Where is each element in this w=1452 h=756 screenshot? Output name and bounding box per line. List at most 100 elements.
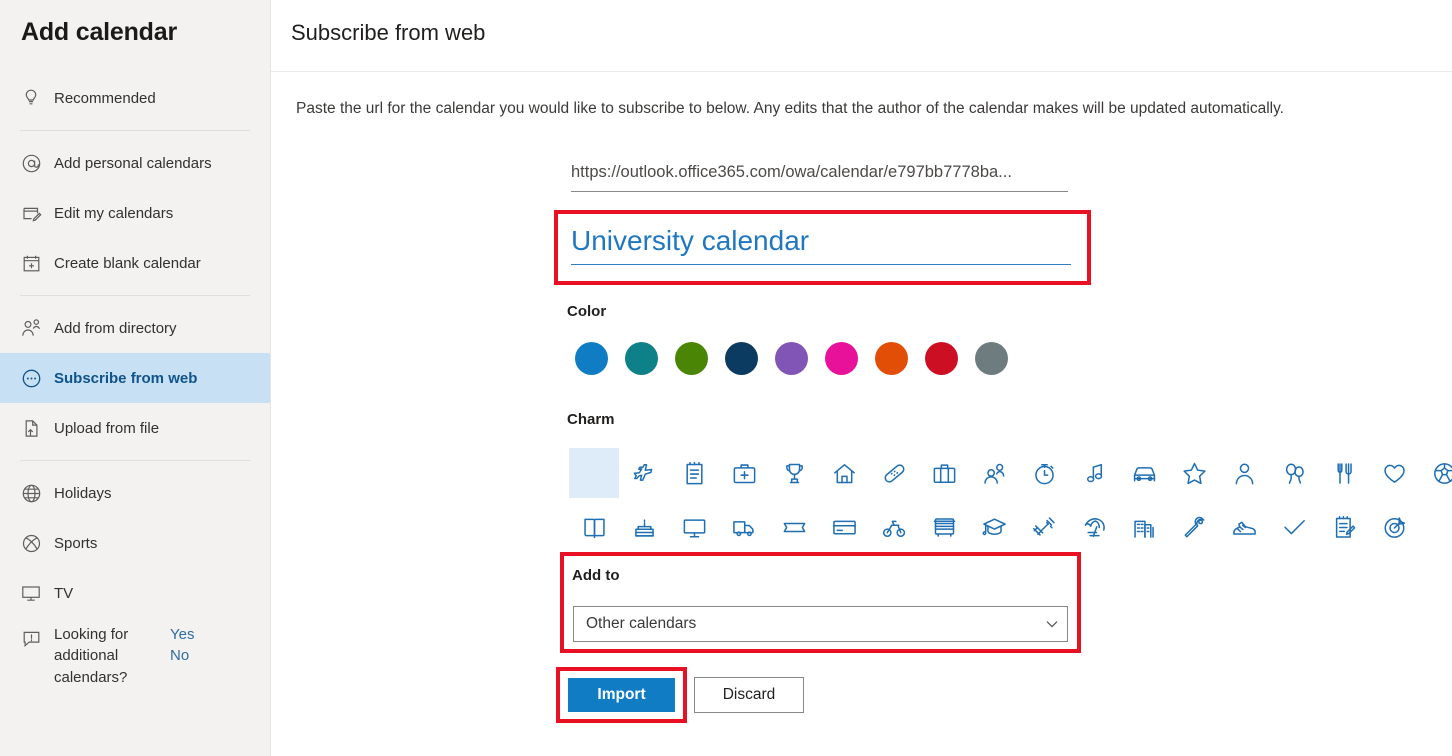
page-description: Paste the url for the calendar you would… (296, 100, 1284, 117)
charm-cutlery-icon[interactable] (1319, 448, 1369, 498)
add-to-annotation-box: Add to Other calendars (560, 552, 1081, 653)
charm-credit-card-icon[interactable] (819, 502, 869, 552)
color-swatch-navy[interactable] (725, 342, 758, 375)
color-swatch-orange[interactable] (875, 342, 908, 375)
sidebar-item-add-personal-calendars[interactable]: Add personal calendars (0, 138, 270, 188)
feedback-yes-link[interactable]: Yes (170, 624, 194, 645)
color-swatch-blue[interactable] (575, 342, 608, 375)
charm-bicycle-icon[interactable] (869, 502, 919, 552)
people-add-icon (20, 317, 42, 339)
charm-balloons-icon[interactable] (1269, 448, 1319, 498)
at-sign-icon (20, 152, 42, 174)
sidebar-item-label: Edit my calendars (54, 204, 174, 222)
sidebar-item-recommended[interactable]: Recommended (0, 73, 270, 123)
sidebar-divider (20, 295, 250, 296)
charm-star-icon[interactable] (1169, 448, 1219, 498)
color-swatch-magenta[interactable] (825, 342, 858, 375)
page-title: Subscribe from web (291, 20, 486, 45)
charm-beach-umbrella-icon[interactable] (1069, 502, 1119, 552)
sidebar-group-1: Recommended (0, 73, 270, 123)
sidebar-item-label: Sports (54, 534, 98, 552)
monitor-icon (20, 582, 42, 604)
charm-monitor-icon[interactable] (669, 502, 719, 552)
charm-person-icon[interactable] (1219, 448, 1269, 498)
charm-truck-icon[interactable] (719, 502, 769, 552)
color-swatch-green[interactable] (675, 342, 708, 375)
charm-stopwatch-icon[interactable] (1019, 448, 1069, 498)
sidebar-item-label: TV (54, 584, 74, 602)
feedback-no-link[interactable]: No (170, 645, 194, 666)
charm-briefcase-icon[interactable] (919, 448, 969, 498)
charm-ticket-icon[interactable] (769, 502, 819, 552)
charm-soccer-ball-icon[interactable] (1419, 448, 1452, 498)
charm-car-icon[interactable] (1119, 448, 1169, 498)
color-swatch-red[interactable] (925, 342, 958, 375)
calendar-name-annotation-box: University calendar (554, 210, 1091, 285)
charm-sneaker-icon[interactable] (1219, 502, 1269, 552)
sidebar-item-edit-my-calendars[interactable]: Edit my calendars (0, 188, 270, 238)
charm-music-note-icon[interactable] (1069, 448, 1119, 498)
charm-target-icon[interactable] (1369, 502, 1419, 552)
sidebar-item-sports[interactable]: Sports (0, 518, 270, 568)
calendar-url-value[interactable]: https://outlook.office365.com/owa/calend… (571, 163, 1068, 191)
charm-birthday-cake-icon[interactable] (619, 502, 669, 552)
add-calendar-dialog: Add calendar Recommended Add personal ca… (0, 0, 1452, 756)
sidebar-item-label: Upload from file (54, 419, 160, 437)
charm-dumbbell-icon[interactable] (1019, 502, 1069, 552)
charm-grid (569, 448, 1452, 556)
charm-people-icon[interactable] (969, 448, 1019, 498)
sidebar: Add calendar Recommended Add personal ca… (0, 0, 271, 756)
charm-bus-icon[interactable] (919, 502, 969, 552)
calendar-plus-icon (20, 252, 42, 274)
discard-button[interactable]: Discard (694, 677, 804, 713)
add-to-selected-value: Other calendars (586, 615, 697, 632)
charm-airplane-icon[interactable] (619, 448, 669, 498)
charm-home-icon[interactable] (819, 448, 869, 498)
lightbulb-icon (20, 87, 42, 109)
input-underline (571, 191, 1068, 192)
calendar-url-input[interactable]: https://outlook.office365.com/owa/calend… (571, 163, 1068, 192)
charm-checkmark-icon[interactable] (1269, 502, 1319, 552)
feedback-question: Looking for additional calendars? (54, 626, 129, 686)
sidebar-title: Add calendar (21, 18, 177, 46)
sidebar-item-label: Create blank calendar (54, 254, 201, 272)
add-to-dropdown[interactable]: Other calendars (573, 606, 1068, 642)
sidebar-item-label: Holidays (54, 484, 112, 502)
sidebar-item-label: Add from directory (54, 319, 177, 337)
charm-wrench-icon[interactable] (1169, 502, 1219, 552)
add-to-label: Add to (572, 567, 620, 584)
charm-buildings-icon[interactable] (1119, 502, 1169, 552)
sidebar-group-4: Holidays Sports TV (0, 468, 270, 618)
sidebar-item-upload-from-file[interactable]: Upload from file (0, 403, 270, 453)
sidebar-group-3: Add from directory Subscribe from web Up… (0, 303, 270, 453)
sidebar-item-tv[interactable]: TV (0, 568, 270, 618)
import-annotation-box: Import (556, 667, 687, 723)
charm-first-aid-kit-icon[interactable] (719, 448, 769, 498)
file-upload-icon (20, 417, 42, 439)
charm-graduation-cap-icon[interactable] (969, 502, 1019, 552)
sidebar-item-create-blank-calendar[interactable]: Create blank calendar (0, 238, 270, 288)
charm-heart-icon[interactable] (1369, 448, 1419, 498)
sidebar-item-add-from-directory[interactable]: Add from directory (0, 303, 270, 353)
charm-trophy-icon[interactable] (769, 448, 819, 498)
color-swatch-purple[interactable] (775, 342, 808, 375)
color-swatch-gray[interactable] (975, 342, 1008, 375)
calendar-name-value[interactable]: University calendar (571, 224, 1071, 258)
charm-notepad-icon[interactable] (669, 448, 719, 498)
charm-none-charm[interactable] (569, 448, 619, 498)
feedback-icon (20, 627, 42, 649)
import-button[interactable]: Import (568, 678, 675, 712)
sidebar-divider (20, 460, 250, 461)
input-underline (571, 264, 1071, 265)
sidebar-item-label: Add personal calendars (54, 154, 212, 172)
sidebar-item-subscribe-from-web[interactable]: Subscribe from web (0, 353, 270, 403)
globe-dots-icon (20, 367, 42, 389)
feedback-prompt: Looking for additional calendars? Yes No (0, 618, 270, 688)
charm-book-icon[interactable] (569, 502, 619, 552)
charm-notepad-edit-icon[interactable] (1319, 502, 1369, 552)
color-swatch-teal[interactable] (625, 342, 658, 375)
charm-bandage-icon[interactable] (869, 448, 919, 498)
sidebar-item-holidays[interactable]: Holidays (0, 468, 270, 518)
sidebar-item-label: Subscribe from web (54, 369, 198, 387)
calendar-name-input[interactable]: University calendar (571, 224, 1071, 265)
